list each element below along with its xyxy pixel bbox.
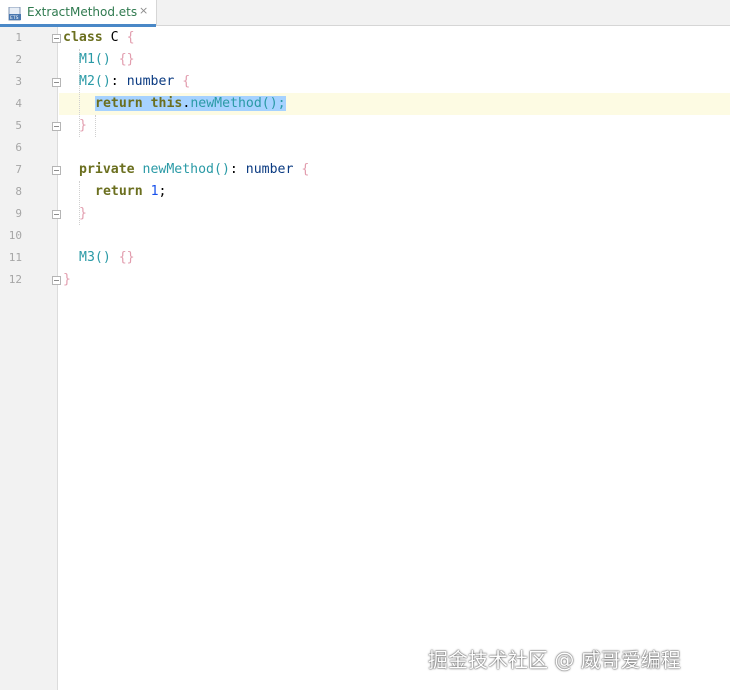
close-icon[interactable]: × xyxy=(139,4,148,17)
brace: { xyxy=(126,30,135,45)
code-line-2: M1() {} xyxy=(79,49,135,71)
svg-text:ETS: ETS xyxy=(10,15,19,21)
line-number: 8 xyxy=(15,185,22,198)
watermark: 掘金技术社区 @ 威哥爱编程 xyxy=(428,648,681,672)
line-number: 1 xyxy=(15,31,22,44)
method-name: newMethod xyxy=(142,162,214,177)
brace: } xyxy=(79,118,87,133)
line-number: 2 xyxy=(15,53,22,66)
parens: () xyxy=(214,162,230,177)
line-number: 9 xyxy=(15,207,22,220)
code-line-11: M3() {} xyxy=(79,247,135,269)
editor-tab-bar: ETS ExtractMethod.ets × xyxy=(0,0,730,27)
colon: : xyxy=(229,162,238,177)
brace: } xyxy=(63,272,71,287)
parens: (); xyxy=(261,96,286,111)
line-number: 6 xyxy=(15,141,22,154)
indent-guide xyxy=(95,115,97,137)
semicolon: ; xyxy=(158,184,167,199)
tab-extract-method[interactable]: ETS ExtractMethod.ets × xyxy=(0,0,157,27)
ets-file-icon: ETS xyxy=(8,6,22,21)
brace: {} xyxy=(118,52,135,67)
brace: { xyxy=(182,74,191,89)
line-number: 10 xyxy=(8,229,22,242)
tab-label: ExtractMethod.ets xyxy=(27,5,138,19)
code-line-1: class C { xyxy=(63,27,135,49)
keyword: private xyxy=(79,162,135,177)
method-name: M1 xyxy=(79,52,95,67)
type-name: number xyxy=(245,162,294,177)
parens: () xyxy=(94,74,111,89)
code-line-8: return 1; xyxy=(95,181,167,203)
parens: () xyxy=(94,52,111,67)
line-number: 3 xyxy=(15,75,22,88)
selected-code[interactable]: return this.newMethod(); xyxy=(95,96,286,111)
method-name: M3 xyxy=(79,250,95,265)
line-number: 11 xyxy=(8,251,22,264)
method-call: newMethod xyxy=(190,96,262,111)
code-line-12: } xyxy=(63,269,71,291)
code-line-3: M2(): number { xyxy=(79,71,190,93)
colon: : xyxy=(110,74,119,89)
line-number: 12 xyxy=(8,273,22,286)
line-number: 5 xyxy=(15,119,22,132)
code-line-5: } xyxy=(79,115,87,137)
number-literal: 1 xyxy=(150,184,159,199)
method-name: M2 xyxy=(79,74,95,89)
line-number: 7 xyxy=(15,163,22,176)
brace: { xyxy=(301,162,310,177)
keyword: return xyxy=(95,96,143,111)
keyword-this: this xyxy=(150,96,183,111)
code-editor[interactable]: class C { M1() {} M2(): number { return … xyxy=(59,27,730,690)
brace: {} xyxy=(118,250,135,265)
line-number: 4 xyxy=(15,97,22,110)
line-number-gutter: 1 2 3 4 5 6 7 8 9 10 11 12 xyxy=(0,27,61,690)
keyword: return xyxy=(95,184,143,199)
code-line-4: return this.newMethod(); xyxy=(95,93,286,115)
keyword: class xyxy=(63,30,103,45)
code-line-9: } xyxy=(79,203,87,225)
type-name: number xyxy=(126,74,175,89)
code-line-7: private newMethod(): number { xyxy=(79,159,309,181)
brace: } xyxy=(79,206,87,221)
class-name: C xyxy=(110,30,119,45)
parens: () xyxy=(94,250,111,265)
